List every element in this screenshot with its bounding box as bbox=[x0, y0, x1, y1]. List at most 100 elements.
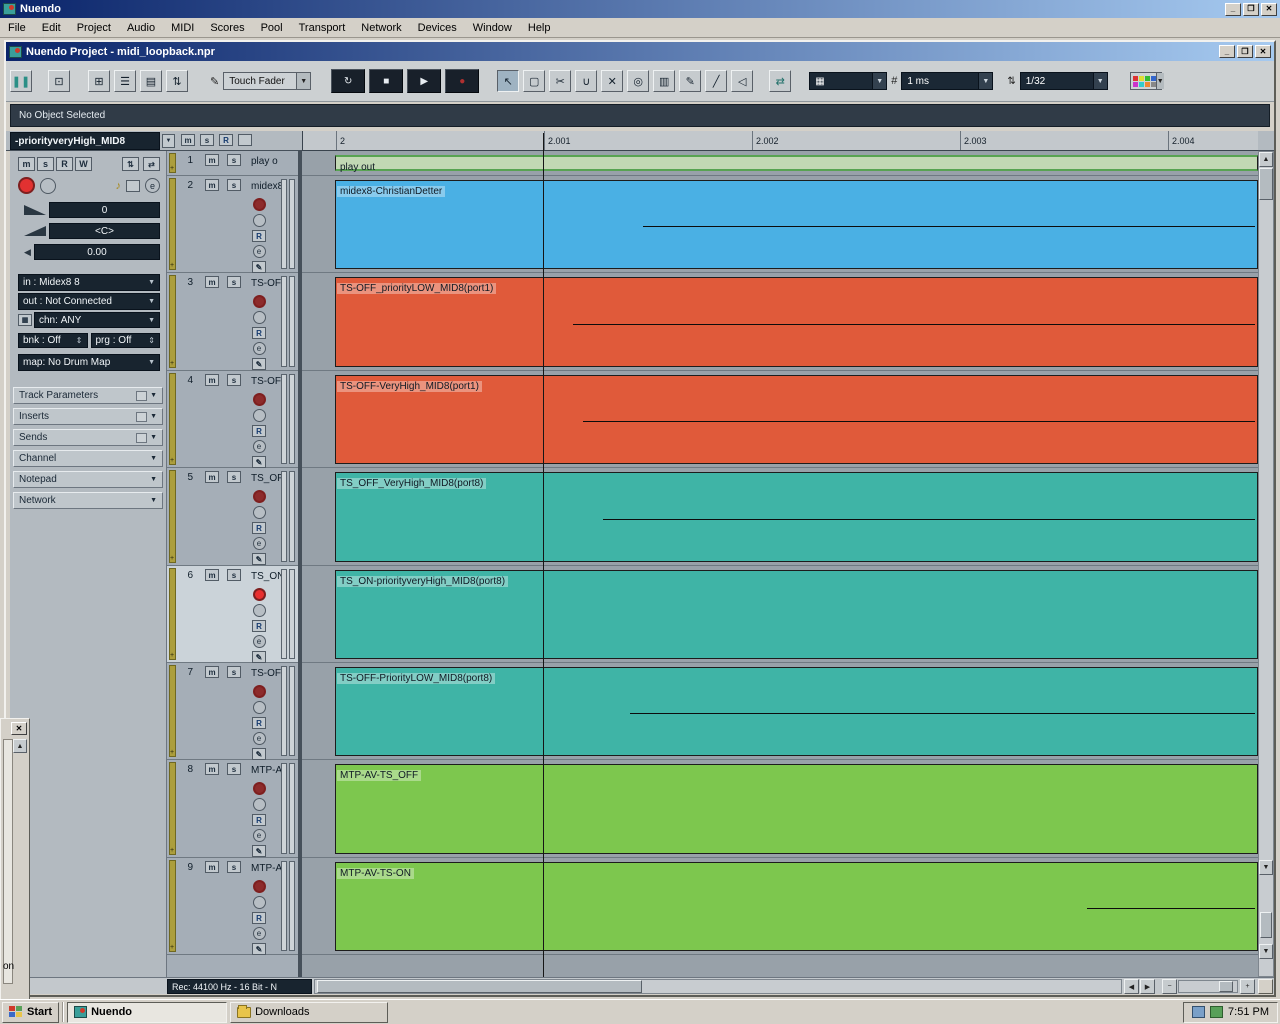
select-tool-button[interactable]: ↖ bbox=[497, 70, 520, 92]
header-read-icon[interactable]: R bbox=[219, 134, 233, 146]
menu-edit[interactable]: Edit bbox=[34, 19, 69, 37]
range-tool-button[interactable]: ▢ bbox=[523, 70, 546, 92]
track-color-strip[interactable]: + bbox=[169, 470, 176, 563]
pan-field[interactable]: <C> bbox=[49, 223, 160, 239]
show-infoline-button[interactable]: ☰ bbox=[114, 70, 136, 92]
draw-button[interactable]: ✎ bbox=[252, 748, 266, 760]
midi-part[interactable]: TS-OFF-VeryHigh_MID8(port1) bbox=[335, 375, 1258, 464]
panel-close-button[interactable]: ✕ bbox=[11, 722, 27, 735]
hzoom-thumb[interactable] bbox=[1219, 981, 1233, 992]
draw-button[interactable]: ✎ bbox=[252, 456, 266, 468]
scroll-up-button[interactable]: ▲ bbox=[1259, 152, 1273, 167]
mute-button[interactable]: m bbox=[205, 154, 219, 166]
monitor-icon[interactable] bbox=[252, 311, 266, 324]
mute-button[interactable]: m bbox=[205, 471, 219, 483]
project-cursor[interactable] bbox=[543, 133, 544, 977]
automation-mode-combo[interactable]: Touch Fader ▼ bbox=[223, 72, 312, 90]
expand-icon[interactable]: + bbox=[170, 944, 174, 951]
edit-channel-button[interactable]: e bbox=[252, 245, 266, 258]
vertical-scrollbar[interactable]: ▲ ▼ ▼ bbox=[1258, 151, 1274, 977]
track-color-strip[interactable]: + bbox=[169, 568, 176, 660]
read-button[interactable]: R bbox=[252, 620, 266, 632]
menu-devices[interactable]: Devices bbox=[410, 19, 465, 37]
draw-button[interactable]: ✎ bbox=[252, 845, 266, 857]
project-close-button[interactable]: ✕ bbox=[1255, 45, 1271, 58]
track-row-4[interactable]: + 4 m s TS-OF R e ✎ bbox=[167, 371, 298, 468]
inspector-section-notepad[interactable]: Notepad ▼ bbox=[13, 471, 163, 488]
expand-icon[interactable]: + bbox=[170, 555, 174, 562]
bypass-icon[interactable] bbox=[136, 411, 148, 422]
midi-part[interactable]: MTP-AV-TS-ON bbox=[335, 862, 1258, 951]
vertical-zoom-preset-button[interactable]: ▼ bbox=[1259, 944, 1273, 959]
edit-channel-button[interactable]: e bbox=[252, 537, 266, 550]
lock-icon[interactable] bbox=[126, 179, 140, 192]
mute-button[interactable]: m bbox=[205, 666, 219, 678]
tray-network-icon[interactable] bbox=[1192, 1006, 1206, 1018]
expand-icon[interactable]: + bbox=[170, 165, 174, 172]
scroll-right-button[interactable]: ▶ bbox=[1140, 979, 1155, 994]
spinner-icon[interactable]: ⇕ bbox=[148, 336, 155, 345]
mute-button[interactable]: m bbox=[205, 276, 219, 288]
track-row-2[interactable]: + 2 m s midex8 R e ✎ bbox=[167, 176, 298, 273]
monitor-icon[interactable] bbox=[252, 896, 266, 909]
solo-button[interactable]: s bbox=[227, 666, 241, 678]
start-button[interactable]: Start bbox=[2, 1001, 60, 1023]
zoom-tool-button[interactable]: ◎ bbox=[627, 70, 650, 92]
mute-button[interactable]: m bbox=[205, 861, 219, 873]
bank-field[interactable]: bnk : Off ⇕ bbox=[18, 333, 88, 348]
record-arm-icon[interactable] bbox=[252, 588, 266, 601]
midi-part[interactable]: midex8-ChristianDetter bbox=[335, 180, 1258, 269]
inspector-section-inserts[interactable]: Inserts ▼ bbox=[13, 408, 163, 425]
expand-icon[interactable]: + bbox=[170, 262, 174, 269]
inspector-write-button[interactable]: W bbox=[75, 157, 92, 171]
split-tool-button[interactable]: ✂ bbox=[549, 70, 572, 92]
draw-button[interactable]: ✎ bbox=[252, 651, 266, 663]
midi-part[interactable]: TS-OFF-PriorityLOW_MID8(port8) bbox=[335, 667, 1258, 756]
track-row-9[interactable]: + 9 m s MTP-A R e ✎ bbox=[167, 858, 298, 955]
menu-network[interactable]: Network bbox=[353, 19, 409, 37]
read-button[interactable]: R bbox=[252, 230, 266, 242]
inspector-updown-button[interactable]: ⇅ bbox=[122, 157, 139, 171]
monitor-icon[interactable] bbox=[252, 214, 266, 227]
event-display[interactable]: play out midex8-ChristianDetter TS-OFF_p… bbox=[302, 151, 1258, 977]
midi-part[interactable]: play out bbox=[335, 155, 1258, 173]
track-color-strip[interactable]: + bbox=[169, 178, 176, 270]
inspector-section-track-parameters[interactable]: Track Parameters ▼ bbox=[13, 387, 163, 404]
read-button[interactable]: R bbox=[252, 425, 266, 437]
bypass-icon[interactable] bbox=[136, 432, 148, 443]
timebase-note-icon[interactable]: ♪ bbox=[116, 180, 122, 192]
hzoom-out-button[interactable]: − bbox=[1162, 979, 1177, 994]
show-events-button[interactable]: ⇅ bbox=[166, 70, 188, 92]
mute-button[interactable]: m bbox=[205, 374, 219, 386]
solo-button[interactable]: s bbox=[227, 179, 241, 191]
glue-tool-button[interactable]: ∪ bbox=[575, 70, 598, 92]
record-arm-icon[interactable] bbox=[252, 393, 266, 406]
solo-button[interactable]: s bbox=[227, 276, 241, 288]
edit-channel-button[interactable]: e bbox=[252, 342, 266, 355]
track-row-3[interactable]: + 3 m s TS-OF R e ✎ bbox=[167, 273, 298, 371]
inspector-track-name[interactable]: -priorityveryHigh_MID8 bbox=[10, 132, 160, 150]
solo-button[interactable]: s bbox=[227, 374, 241, 386]
output-routing-combo[interactable]: out : Not Connected ▼ bbox=[18, 293, 160, 310]
inspector-section-network[interactable]: Network ▼ bbox=[13, 492, 163, 509]
drum-map-combo[interactable]: map: No Drum Map ▼ bbox=[18, 354, 160, 371]
mute-button[interactable]: m bbox=[205, 763, 219, 775]
horizontal-scrollbar[interactable] bbox=[314, 979, 1122, 994]
horizontal-zoom-slider[interactable] bbox=[1178, 980, 1238, 993]
timeline-ruler[interactable]: 2 2.001 2.002 2.003 2.004 bbox=[302, 131, 1258, 151]
edit-channel-button[interactable]: e bbox=[252, 732, 266, 745]
minimize-button[interactable]: _ bbox=[1225, 2, 1241, 16]
solo-button[interactable]: s bbox=[227, 861, 241, 873]
header-mute-icon[interactable]: m bbox=[181, 134, 195, 146]
snap-mode-combo[interactable]: ▦ ▼ bbox=[809, 72, 888, 90]
track-color-strip[interactable]: + bbox=[169, 275, 176, 368]
edit-channel-button[interactable]: e bbox=[252, 440, 266, 453]
midi-part[interactable]: TS_OFF_VeryHigh_MID8(port8) bbox=[335, 472, 1258, 562]
project-minimize-button[interactable]: _ bbox=[1219, 45, 1235, 58]
autoscroll-button[interactable]: ⇄ bbox=[769, 70, 792, 92]
quantize-combo[interactable]: 1/32 ▼ bbox=[1019, 72, 1108, 90]
draw-button[interactable]: ✎ bbox=[252, 553, 266, 565]
menu-transport[interactable]: Transport bbox=[291, 19, 354, 37]
record-arm-icon[interactable] bbox=[252, 490, 266, 503]
hscroll-thumb[interactable] bbox=[317, 980, 642, 993]
